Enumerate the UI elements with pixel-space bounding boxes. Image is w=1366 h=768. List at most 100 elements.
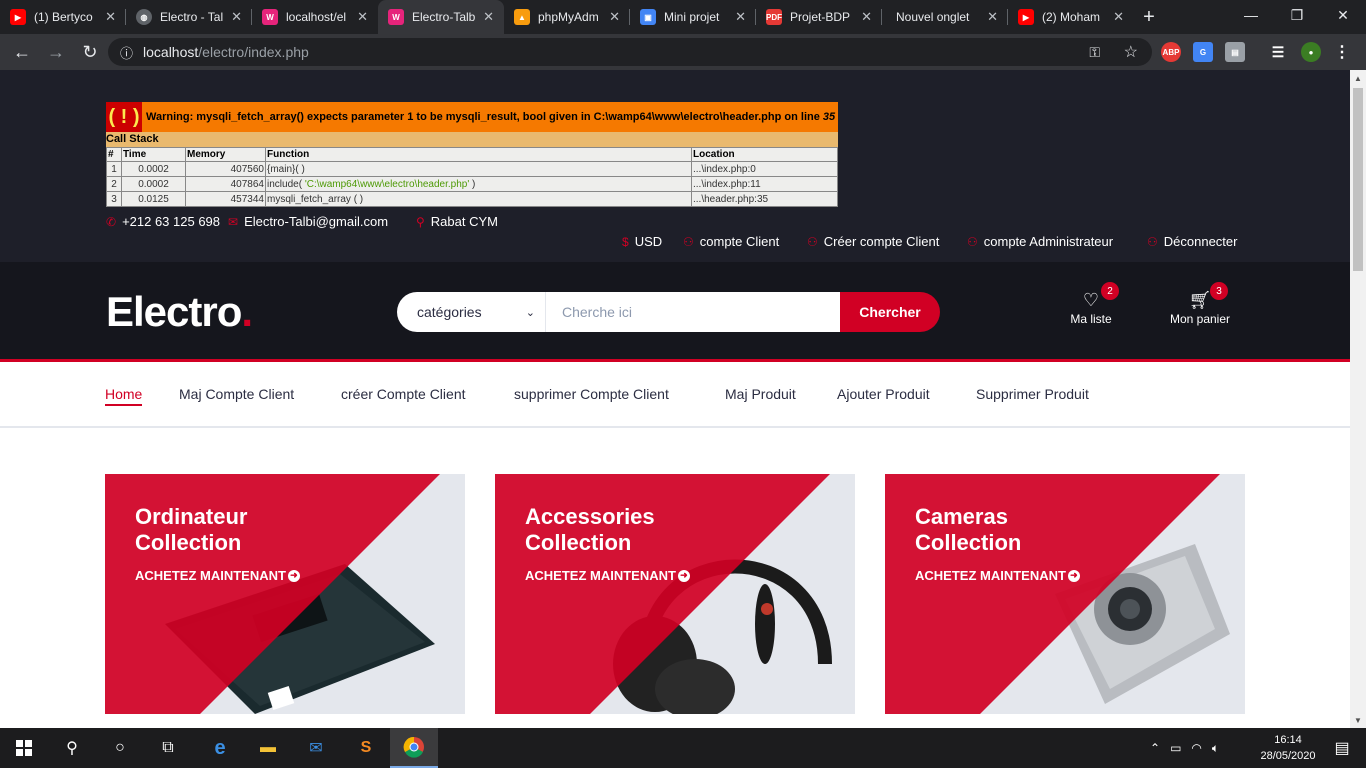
phone-icon: ✆ [106,214,117,229]
notification-center-icon[interactable]: ▤ [1318,728,1366,768]
cart-label: Mon panier [1169,312,1231,326]
key-icon[interactable]: ⚿ [1089,44,1100,61]
close-icon[interactable]: ✕ [609,9,620,25]
row-number: 3 [106,191,122,207]
contact-location[interactable]: ⚲ Rabat CYM [416,214,498,229]
cart-button[interactable]: 🛒︎ Mon panier 3 [1164,282,1236,326]
wishlist-button[interactable]: ♡ Ma liste 2 [1067,282,1119,326]
close-icon[interactable]: ✕ [735,9,746,25]
chevron-up-icon[interactable]: ⌃ [1150,741,1160,755]
tab-mini-projet[interactable]: ▣ Mini projet ✕ [630,0,756,34]
category-select[interactable]: catégories ⌄ [397,292,546,332]
tab-electro-active[interactable]: W Electro-Talb ✕ [378,0,504,34]
search-icon[interactable]: ⚲ [48,728,96,768]
scrollbar-thumb[interactable] [1353,88,1363,271]
page-scrollbar[interactable]: ▲ ▼ [1350,70,1366,728]
star-icon[interactable]: ☆ [1124,42,1138,62]
arrow-circle-right-icon: ➜ [677,569,690,582]
extension-icon[interactable]: ▤ [1225,42,1245,62]
client-account-label: compte Client [699,234,780,249]
edge-browser-icon[interactable]: e [196,728,244,768]
nav-home[interactable]: Home [105,386,143,406]
back-button[interactable]: ← [6,36,38,68]
cortana-icon[interactable]: ○ [96,728,144,768]
system-tray: ⌃ ▭ ◠ 🔈︎ [1150,728,1219,768]
tab-new-tab[interactable]: Nouvel onglet ✕ [882,0,1008,34]
tab-electro-1[interactable]: ◍ Electro - Tal ✕ [126,0,252,34]
collection-card-cameras[interactable]: Cameras Collection ACHETEZ MAINTENANT ➜ [885,474,1245,714]
translate-icon[interactable]: G [1193,42,1213,62]
tab-youtube-1[interactable]: ▶ (1) Bertyco ✕ [0,0,126,34]
nav-maj-produit[interactable]: Maj Produit [725,386,796,402]
adblock-icon[interactable]: ABP [1161,42,1181,62]
taskbar-clock[interactable]: 16:14 28/05/2020 [1248,732,1328,764]
task-view-icon[interactable]: ⧉ [144,728,192,768]
nav-creer-compte-client[interactable]: créer Compte Client [341,386,466,402]
close-icon[interactable]: ✕ [357,9,368,25]
tab-title: (2) Moham [1042,10,1101,24]
tab-localhost[interactable]: W localhost/el ✕ [252,0,378,34]
collection-card-ordinateur[interactable]: Ordinateur Collection ACHETEZ MAINTENANT… [105,474,465,714]
warning-text: Warning: mysqli_fetch_array() expects pa… [146,111,820,123]
profile-avatar[interactable]: ● [1301,42,1321,62]
nav-supprimer-produit[interactable]: Supprimer Produit [976,386,1089,402]
close-icon[interactable]: ✕ [483,9,494,25]
link-currency[interactable]: $ USD [622,234,662,249]
info-icon[interactable]: ⓘ [120,43,133,62]
scroll-up-arrow-icon[interactable]: ▲ [1350,70,1366,86]
file-explorer-icon[interactable]: ▬ [244,728,292,768]
link-admin-account[interactable]: ⚇ compte Administrateur [967,234,1113,249]
close-icon[interactable]: ✕ [861,9,872,25]
close-window-button[interactable]: ✕ [1320,0,1366,30]
table-row: 2 0.0002 407864 include( 'C:\wamp64\www\… [106,176,838,192]
sublime-text-icon[interactable]: S [342,728,390,768]
nav-supprimer-compte-client[interactable]: supprimer Compte Client [514,386,669,402]
close-icon[interactable]: ✕ [231,9,242,25]
link-client-account[interactable]: ⚇ compte Client [683,234,779,249]
site-logo[interactable]: Electro. [106,288,253,336]
volume-icon[interactable]: 🔈︎ [1212,741,1219,756]
shop-now-link[interactable]: ACHETEZ MAINTENANT ➜ [915,568,1080,583]
tab-youtube-2[interactable]: ▶ (2) Moham ✕ [1008,0,1134,34]
row-number: 2 [106,176,122,192]
address-bar[interactable]: ⓘ localhost/electro/index.php ⚿ ☆ [108,38,1152,66]
shop-now-label: ACHETEZ MAINTENANT [135,568,286,583]
tab-title: localhost/el [286,10,347,24]
minimize-button[interactable]: — [1228,0,1274,30]
shop-now-link[interactable]: ACHETEZ MAINTENANT ➜ [135,568,300,583]
new-tab-button[interactable]: + [1134,0,1164,34]
arrow-circle-right-icon: ➜ [287,569,300,582]
media-queue-icon[interactable]: ☰ [1268,42,1288,62]
wifi-icon[interactable]: ◠ [1191,741,1201,755]
battery-icon[interactable]: ▭ [1170,741,1181,755]
nav-ajouter-produit[interactable]: Ajouter Produit [837,386,930,402]
link-logout[interactable]: ⚇ Déconnecter [1147,234,1237,249]
nav-maj-compte-client[interactable]: Maj Compte Client [179,386,294,402]
close-icon[interactable]: ✕ [105,9,116,25]
restore-button[interactable]: ❐ [1274,0,1320,30]
close-icon[interactable]: ✕ [1113,9,1124,25]
clock-date: 28/05/2020 [1260,750,1316,762]
scroll-down-arrow-icon[interactable]: ▼ [1350,712,1366,728]
search-button[interactable]: Chercher [840,292,940,332]
menu-icon[interactable]: ⋮ [1332,42,1352,62]
shop-now-link[interactable]: ACHETEZ MAINTENANT ➜ [525,568,690,583]
user-icon: ⚇ [967,234,978,249]
link-create-account[interactable]: ⚇ Créer compte Client [807,234,939,249]
pdf-icon: PDF [766,9,782,25]
contact-email[interactable]: ✉ Electro-Talbi@gmail.com [228,214,388,229]
function-argument: 'C:\wamp64\www\electro\header.php' [304,178,470,190]
youtube-icon: ▶ [1018,9,1034,25]
reload-button[interactable]: ↻ [74,36,106,68]
collection-card-accessories[interactable]: Accessories Collection ACHETEZ MAINTENAN… [495,474,855,714]
search-input[interactable]: Cherche ici [546,292,840,332]
close-icon[interactable]: ✕ [987,9,998,25]
mail-icon[interactable]: ✉ [292,728,340,768]
forward-button[interactable]: → [40,36,72,68]
collection-title: Cameras Collection [915,504,1115,556]
windows-start-icon[interactable] [0,728,48,768]
tab-projet-pdf[interactable]: PDF Projet-BDP ✕ [756,0,882,34]
chrome-icon[interactable] [390,728,438,768]
tab-phpmyadmin[interactable]: ▲ phpMyAdm ✕ [504,0,630,34]
contact-phone[interactable]: ✆ +212 63 125 698 [106,214,220,229]
